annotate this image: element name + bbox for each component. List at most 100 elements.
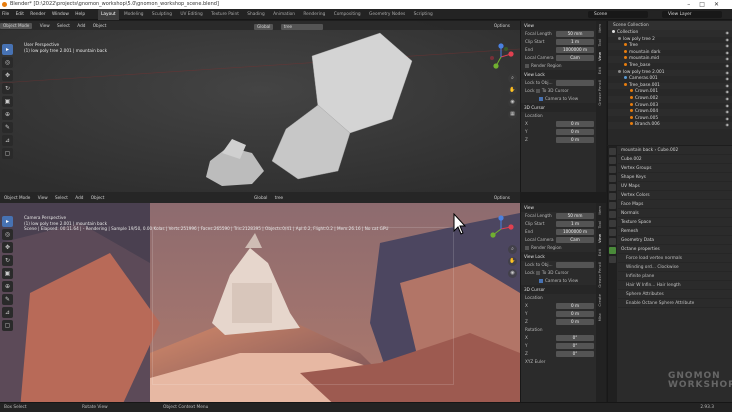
tab-compositing[interactable]: Compositing (331, 9, 364, 20)
viewport-top[interactable]: Object Mode View Select Add Object Globa… (0, 21, 520, 192)
rotate-tool-icon[interactable]: ↻ (2, 83, 13, 94)
3d-cursor-header-bottom[interactable]: 3D Cursor (521, 285, 596, 294)
transform-tool-icon[interactable]: ⊕ (2, 281, 13, 292)
scale-tool-icon[interactable]: ▣ (2, 96, 13, 107)
tab-tool[interactable]: Tool (596, 36, 603, 49)
mesh-data-tab-icon[interactable] (609, 247, 616, 254)
outliner-row[interactable]: low poly tree 2 ◉ (608, 36, 732, 44)
camera-view-icon[interactable]: ◉ (508, 269, 517, 278)
visibility-eye-icon[interactable]: ◉ (726, 83, 730, 90)
view-section-header-bottom[interactable]: View (521, 203, 596, 212)
tab-animation[interactable]: Animation (270, 9, 298, 20)
tab-create-bottom[interactable]: Create (596, 291, 603, 310)
pan-hand-icon[interactable]: ✋ (508, 257, 517, 266)
mode-dropdown[interactable]: Object Mode (0, 23, 33, 29)
rotate-tool-icon[interactable]: ↻ (2, 255, 13, 266)
tab-item-bottom[interactable]: Item (596, 203, 603, 218)
add-cube-tool-icon[interactable]: ▢ (2, 148, 13, 159)
view-lock-header[interactable]: View Lock (521, 70, 596, 79)
properties-panel-row[interactable]: Infinite plane (618, 272, 732, 281)
render-region-checkbox[interactable] (525, 64, 529, 68)
properties-panel-row[interactable]: Hair W Infin... Hair length (618, 281, 732, 290)
options-dropdown-bottom[interactable]: Options (494, 192, 510, 203)
outliner-row[interactable]: Crown.001 ◉ (608, 89, 732, 96)
move-tool-icon[interactable]: ✥ (2, 242, 13, 253)
add-menu-bottom[interactable]: Add (75, 195, 83, 200)
tab-grease-pencil[interactable]: Grease Pencil (596, 77, 603, 109)
tool-tab-icon[interactable] (609, 148, 616, 155)
properties-panel-row[interactable]: Normals (618, 209, 732, 218)
properties-panel-row[interactable]: Enable Octane Sphere Attribute (618, 299, 732, 308)
outliner-row[interactable]: Tree_base ◉ (608, 62, 732, 70)
select-menu[interactable]: Select (57, 23, 70, 28)
properties-panel-row[interactable]: Shape Keys (618, 173, 732, 182)
cursor-tool-icon[interactable]: ◎ (2, 57, 13, 68)
outliner-row[interactable]: Tree_base.001 ◉ (608, 82, 732, 90)
scene-collection-label[interactable]: Scene Collection (613, 23, 649, 28)
properties-panel-row[interactable]: Face Maps (618, 200, 732, 209)
annotate-tool-icon[interactable]: ✎ (2, 122, 13, 133)
tab-tool-bottom[interactable]: Tool (596, 218, 603, 231)
properties-panel-row[interactable]: Vertex Colors (618, 191, 732, 200)
options-dropdown[interactable]: Options (494, 21, 510, 30)
tab-grease-pencil-bottom[interactable]: Grease Pencil (596, 259, 603, 291)
to-3d-cursor-checkbox-bottom[interactable] (535, 271, 540, 275)
view-layer-tab-icon[interactable] (609, 175, 616, 182)
move-tool-icon[interactable]: ✥ (2, 70, 13, 81)
tab-view-bottom[interactable]: View (596, 231, 603, 246)
output-tab-icon[interactable] (609, 166, 616, 173)
focal-length-field-bottom[interactable]: 50 mm (556, 213, 594, 219)
outliner-row[interactable]: Tree ◉ (608, 43, 732, 50)
orientation-dropdown[interactable]: Global (254, 24, 274, 30)
cursor-z-field-bottom[interactable]: 0 m (556, 319, 594, 325)
navigation-gizmo-icon[interactable] (487, 43, 515, 71)
outliner-row[interactable]: Crown.004 ◉ (608, 109, 732, 116)
properties-panel-row[interactable]: Octane properties (618, 245, 732, 254)
camera-to-view-checkbox[interactable] (539, 97, 543, 101)
properties-panel-row[interactable]: Force load vertex normals (618, 254, 732, 263)
scale-tool-icon[interactable]: ▣ (2, 268, 13, 279)
properties-panel-row[interactable]: UV Maps (618, 182, 732, 191)
tab-uv-editing[interactable]: UV Editing (177, 9, 205, 20)
material-tab-icon[interactable] (609, 256, 616, 263)
view-lock-header-bottom[interactable]: View Lock (521, 252, 596, 261)
outliner-row[interactable]: low poly tree 2.001 ◉ (608, 69, 732, 77)
modifier-tab-icon[interactable] (609, 211, 616, 218)
tab-rendering[interactable]: Rendering (300, 9, 328, 20)
clip-start-field-bottom[interactable]: 1 m (556, 221, 594, 227)
rotation-x-field[interactable]: 0° (556, 335, 594, 341)
focal-length-field[interactable]: 50 mm (556, 31, 594, 37)
menu-file[interactable]: File (2, 12, 9, 17)
cursor-z-field[interactable]: 0 m (556, 137, 594, 143)
visibility-eye-icon[interactable]: ◉ (726, 76, 730, 83)
to-3d-cursor-checkbox[interactable] (535, 89, 540, 93)
visibility-eye-icon[interactable]: ◉ (726, 70, 730, 77)
properties-panel-row[interactable]: Texture Space (618, 218, 732, 227)
world-tab-icon[interactable] (609, 193, 616, 200)
tab-misc-bottom[interactable]: Misc (596, 310, 603, 324)
clip-start-field[interactable]: 1 m (556, 39, 594, 45)
camera-to-view-checkbox-bottom[interactable] (539, 279, 543, 283)
grid-projection-icon[interactable]: ▦ (508, 110, 517, 119)
outliner-row[interactable]: mountain dark ◉ (608, 49, 732, 57)
tab-view[interactable]: View (596, 49, 603, 64)
annotate-tool-icon[interactable]: ✎ (2, 294, 13, 305)
clip-end-field[interactable]: 1000000 m (556, 47, 594, 53)
properties-panel-row[interactable]: Vertex Groups (618, 164, 732, 173)
outliner-row[interactable]: Crown.005 ◉ (608, 115, 732, 123)
cursor-x-field[interactable]: 0 m (556, 121, 594, 127)
3d-cursor-header[interactable]: 3D Cursor (521, 103, 596, 112)
window-controls[interactable]: –□✕ (687, 0, 728, 9)
zoom-icon[interactable]: ⌕ (508, 74, 517, 83)
search-field[interactable]: tree (280, 24, 323, 30)
add-cube-tool-icon[interactable]: ▢ (2, 320, 13, 331)
outliner-row[interactable]: Branch.006 ◉ (608, 122, 732, 129)
constraints-tab-icon[interactable] (609, 238, 616, 245)
visibility-eye-icon[interactable]: ◉ (726, 50, 730, 57)
tab-shading[interactable]: Shading (244, 9, 267, 20)
menu-help[interactable]: Help (75, 12, 85, 17)
measure-tool-icon[interactable]: ⊿ (2, 135, 13, 146)
scene-tab-icon[interactable] (609, 184, 616, 191)
scene-selector[interactable]: Scene (588, 11, 648, 18)
visibility-eye-icon[interactable]: ◉ (726, 37, 730, 44)
